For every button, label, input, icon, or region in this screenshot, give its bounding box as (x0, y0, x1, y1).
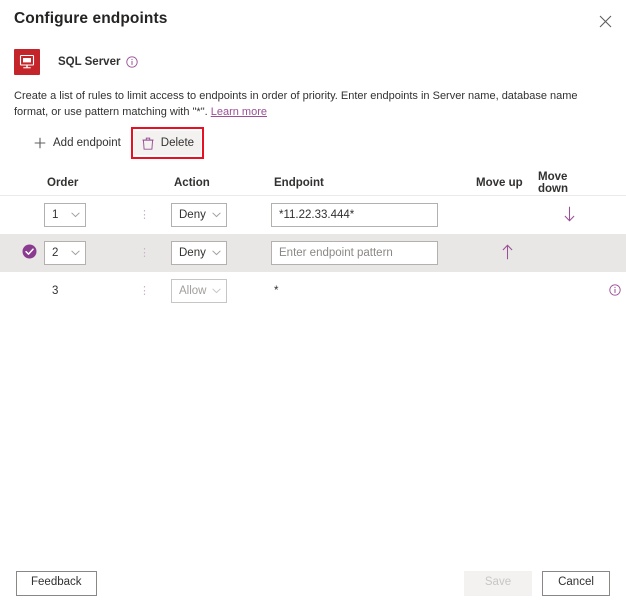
action-cell: Allow (171, 279, 271, 303)
table-header-row: Order Action Endpoint Move up Move down (0, 170, 626, 196)
footer-action-bar: Feedback Save Cancel (0, 557, 626, 609)
column-header-move-up: Move up (476, 176, 523, 189)
column-header-endpoint: Endpoint (274, 176, 324, 189)
action-dropdown[interactable]: Deny (171, 203, 227, 227)
footer-buttons: Save Cancel (464, 570, 610, 596)
info-icon[interactable] (126, 56, 139, 68)
arrow-down-icon (563, 206, 576, 225)
page-title: Configure endpoints (14, 10, 168, 27)
delete-button[interactable]: Delete (133, 131, 202, 155)
row-overflow-handle: ⋮ (139, 284, 171, 297)
endpoint-cell: * (271, 285, 476, 297)
endpoint-input[interactable] (271, 241, 438, 265)
checkbox-checked-icon (22, 244, 37, 262)
resource-name: SQL Server (58, 56, 121, 68)
endpoint-cell (271, 241, 476, 265)
table-row[interactable]: 2 ⋮ Deny (0, 234, 626, 272)
action-value: Allow (179, 285, 207, 297)
resource-row: SQL Server (0, 38, 626, 78)
action-cell: Deny (171, 241, 271, 265)
order-cell: 2 (44, 241, 139, 265)
trash-icon (141, 136, 155, 150)
learn-more-link[interactable]: Learn more (211, 106, 267, 118)
chevron-down-icon (71, 250, 80, 256)
description: Create a list of rules to limit access t… (0, 78, 600, 120)
add-endpoint-label: Add endpoint (53, 137, 121, 149)
order-value: 1 (52, 209, 59, 221)
move-up-cell[interactable] (476, 243, 538, 263)
endpoint-input[interactable] (271, 203, 438, 227)
panel-header: Configure endpoints (0, 0, 626, 38)
add-endpoint-button[interactable]: Add endpoint (26, 131, 128, 155)
chevron-down-icon (212, 288, 221, 294)
command-bar: Add endpoint Delete (0, 120, 626, 159)
endpoints-table: Order Action Endpoint Move up Move down … (0, 170, 626, 310)
chevron-down-icon (212, 250, 221, 256)
row-overflow-handle[interactable]: ⋮ (139, 208, 171, 221)
order-value: 3 (52, 285, 59, 297)
order-dropdown[interactable]: 2 (44, 241, 86, 265)
column-header-order: Order (47, 176, 79, 189)
row-info-cell[interactable] (600, 283, 626, 299)
action-value: Deny (179, 209, 206, 221)
plus-icon (33, 136, 47, 150)
row-overflow-handle[interactable]: ⋮ (139, 246, 171, 259)
move-down-cell[interactable] (538, 206, 600, 225)
drag-dots-icon: ⋮ (139, 284, 150, 297)
chevron-down-icon (212, 212, 221, 218)
order-cell: 1 (44, 203, 139, 227)
sql-server-icon (14, 49, 40, 75)
description-text: Create a list of rules to limit access t… (14, 90, 578, 118)
delete-button-wrapper: Delete (130, 127, 205, 159)
move-up-button[interactable] (476, 243, 538, 263)
arrow-up-icon (501, 243, 514, 263)
row-select-checkbox[interactable] (14, 244, 44, 262)
endpoint-cell (271, 203, 476, 227)
order-cell: 3 (44, 285, 139, 297)
close-button[interactable] (592, 8, 618, 34)
delete-label: Delete (160, 137, 195, 149)
action-cell: Deny (171, 203, 271, 227)
feedback-button[interactable]: Feedback (16, 570, 97, 596)
endpoint-value: * (274, 285, 279, 297)
action-value: Deny (179, 247, 206, 259)
column-header-move-down: Move down (538, 170, 569, 195)
column-header-action: Action (174, 176, 210, 189)
table-row[interactable]: 3 ⋮ Allow * (0, 272, 626, 310)
close-icon (599, 15, 612, 28)
order-dropdown[interactable]: 1 (44, 203, 86, 227)
info-icon[interactable] (609, 283, 621, 299)
chevron-down-icon (71, 212, 80, 218)
save-button[interactable]: Save (464, 570, 532, 596)
order-value: 2 (52, 247, 59, 259)
drag-dots-icon: ⋮ (139, 246, 150, 259)
action-dropdown[interactable]: Deny (171, 241, 227, 265)
action-dropdown: Allow (171, 279, 227, 303)
table-row[interactable]: 1 ⋮ Deny (0, 196, 626, 234)
move-down-button[interactable] (538, 206, 600, 225)
drag-dots-icon: ⋮ (139, 208, 150, 221)
cancel-button[interactable]: Cancel (542, 570, 610, 596)
